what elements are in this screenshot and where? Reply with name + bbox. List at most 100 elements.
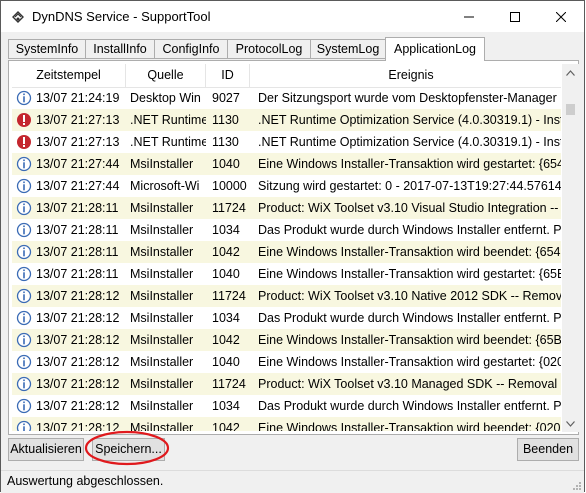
cell-id: 1130 <box>212 135 239 149</box>
status-bar: Auswertung abgeschlossen. <box>1 470 584 493</box>
table-row[interactable]: 13/07 21:28:11 MsiInstaller 1034 Das Produk… <box>12 219 561 241</box>
resize-grip-icon[interactable] <box>572 481 582 491</box>
app-icon <box>12 11 24 23</box>
cell-id: 1034 <box>212 311 240 325</box>
cell-ereignis: Eine Windows Installer-Transaktion wird … <box>258 267 561 281</box>
cell-ereignis: Eine Windows Installer-Transaktion wird … <box>258 157 561 171</box>
cell-zeitstempel: 13/07 21:28:12 <box>36 355 120 369</box>
cell-quelle: MsiInstaller <box>130 201 194 215</box>
cell-ereignis: Product: WiX Toolset v3.10 Native 2012 S… <box>258 289 561 303</box>
info-icon <box>16 266 32 282</box>
maximize-button[interactable] <box>492 1 538 32</box>
table-row[interactable]: 13/07 21:27:13 .NET Runtime 1130 .NET Runti… <box>12 109 561 131</box>
maximize-icon <box>510 11 520 22</box>
cell-zeitstempel: 13/07 21:27:13 <box>36 113 120 127</box>
cell-ereignis: Eine Windows Installer-Transaktion wird … <box>258 355 561 369</box>
cell-id: 1042 <box>212 421 240 431</box>
cell-quelle: MsiInstaller <box>130 245 194 259</box>
tab-configinfo[interactable]: ConfigInfo <box>154 39 228 59</box>
minimize-button[interactable] <box>446 1 492 32</box>
cell-zeitstempel: 13/07 21:27:44 <box>36 157 120 171</box>
cell-zeitstempel: 13/07 21:28:12 <box>36 311 120 325</box>
info-icon <box>16 178 32 194</box>
table-row[interactable]: 13/07 21:27:13 .NET Runtime 1130 .NET Runti… <box>12 131 561 153</box>
cell-ereignis: Product: WiX Toolset v3.10 Managed SDK -… <box>258 377 561 391</box>
table-row[interactable]: 13/07 21:28:11 MsiInstaller 1042 Eine Windo… <box>12 241 561 263</box>
scroll-down-button[interactable] <box>562 415 579 432</box>
cell-id: 11724 <box>212 377 246 391</box>
cell-ereignis: .NET Runtime Optimization Service (4.0.3… <box>258 135 561 149</box>
cell-ereignis: Das Produkt wurde durch Windows Installe… <box>258 223 561 237</box>
cell-zeitstempel: 13/07 21:28:12 <box>36 399 120 413</box>
info-icon <box>16 156 32 172</box>
cell-zeitstempel: 13/07 21:28:11 <box>36 201 119 215</box>
column-header-id[interactable]: ID <box>206 64 250 87</box>
cell-id: 11724 <box>212 201 246 215</box>
quit-button[interactable]: Beenden <box>517 438 579 461</box>
status-text: Auswertung abgeschlossen. <box>7 474 164 488</box>
tab-systemlog[interactable]: SystemLog <box>310 39 386 59</box>
error-icon <box>17 113 31 127</box>
table-row[interactable]: 13/07 21:24:19 Desktop Win 9027 Der Sitzung… <box>12 87 561 109</box>
info-icon <box>16 398 32 414</box>
table-row[interactable]: 13/07 21:27:44 Microsoft-Wi 10000 Sitzung w… <box>12 175 561 197</box>
table-row[interactable]: 13/07 21:28:12 MsiInstaller 1040 Eine Windo… <box>12 351 561 373</box>
table-row[interactable]: 13/07 21:28:11 MsiInstaller 1040 Eine Windo… <box>12 263 561 285</box>
table-row[interactable]: 13/07 21:28:12 MsiInstaller 1034 Das Produk… <box>12 395 561 417</box>
applicationlog-panel: Zeitstempel Quelle ID Ereignis 13/07 21:… <box>8 60 579 435</box>
cell-id: 1042 <box>212 245 240 259</box>
cell-quelle: Desktop Win <box>130 91 201 105</box>
cell-id: 9027 <box>212 91 240 105</box>
cell-id: 1040 <box>212 267 240 281</box>
cell-zeitstempel: 13/07 21:28:12 <box>36 289 120 303</box>
scroll-up-button[interactable] <box>562 64 579 81</box>
cell-quelle: MsiInstaller <box>130 223 194 237</box>
info-icon <box>16 222 32 238</box>
table-row[interactable]: 13/07 21:28:11 MsiInstaller 11724 Product: … <box>12 197 561 219</box>
cell-ereignis: Das Produkt wurde durch Windows Installe… <box>258 311 561 325</box>
highlight-circle-annotation <box>84 430 170 466</box>
column-header-ereignis[interactable]: Ereignis <box>250 64 561 87</box>
close-button[interactable] <box>538 1 584 32</box>
info-icon <box>16 420 32 431</box>
cell-quelle: MsiInstaller <box>130 333 194 347</box>
cell-zeitstempel: 13/07 21:28:11 <box>36 267 119 281</box>
tab-systeminfo[interactable]: SystemInfo <box>8 39 86 59</box>
column-header-quelle[interactable]: Quelle <box>126 64 206 87</box>
event-log-table[interactable]: Zeitstempel Quelle ID Ereignis 13/07 21:… <box>12 64 561 431</box>
info-icon <box>16 244 32 260</box>
window-title: DynDNS Service - SupportTool <box>32 9 211 24</box>
tab-protocollog[interactable]: ProtocolLog <box>227 39 311 59</box>
cell-ereignis: Der Sitzungsport wurde vom Desktopfenste… <box>258 91 561 105</box>
cell-zeitstempel: 13/07 21:24:19 <box>36 91 120 105</box>
chevron-down-icon <box>566 420 575 427</box>
chevron-up-icon <box>566 69 575 76</box>
cell-quelle: MsiInstaller <box>130 289 194 303</box>
cell-zeitstempel: 13/07 21:28:11 <box>36 223 119 237</box>
cell-ereignis: Sitzung wird gestartet: 0 - 2017-07-13T1… <box>258 179 561 193</box>
cell-quelle: .NET Runtime <box>130 113 206 127</box>
cell-ereignis: .NET Runtime Optimization Service (4.0.3… <box>258 113 561 127</box>
cell-quelle: MsiInstaller <box>130 355 194 369</box>
column-header-zeitstempel[interactable]: Zeitstempel <box>12 64 126 87</box>
cell-quelle: MsiInstaller <box>130 267 194 281</box>
cell-zeitstempel: 13/07 21:27:44 <box>36 179 120 193</box>
table-row[interactable]: 13/07 21:28:12 MsiInstaller 1042 Eine Windo… <box>12 329 561 351</box>
cell-quelle: Microsoft-Wi <box>130 179 200 193</box>
table-row[interactable]: 13/07 21:28:12 MsiInstaller 11724 Product: … <box>12 285 561 307</box>
vertical-scrollbar[interactable] <box>562 64 579 432</box>
cell-id: 1130 <box>212 113 239 127</box>
title-bar[interactable]: DynDNS Service - SupportTool <box>1 1 584 32</box>
table-row[interactable]: 13/07 21:27:44 MsiInstaller 1040 Eine Windo… <box>12 153 561 175</box>
cell-quelle: MsiInstaller <box>130 311 194 325</box>
minimize-icon <box>464 16 474 17</box>
cell-ereignis: Das Produkt wurde durch Windows Installe… <box>258 399 561 413</box>
tab-installinfo[interactable]: InstallInfo <box>85 39 155 59</box>
tab-applicationlog[interactable]: ApplicationLog <box>385 37 485 61</box>
cell-ereignis: Product: WiX Toolset v3.10 Visual Studio… <box>258 201 561 215</box>
table-row[interactable]: 13/07 21:28:12 MsiInstaller 1034 Das Produk… <box>12 307 561 329</box>
refresh-button[interactable]: Aktualisieren <box>8 438 84 461</box>
table-row[interactable]: 13/07 21:28:12 MsiInstaller 11724 Product: … <box>12 373 561 395</box>
scroll-thumb[interactable] <box>566 104 575 115</box>
cell-id: 1034 <box>212 399 240 413</box>
